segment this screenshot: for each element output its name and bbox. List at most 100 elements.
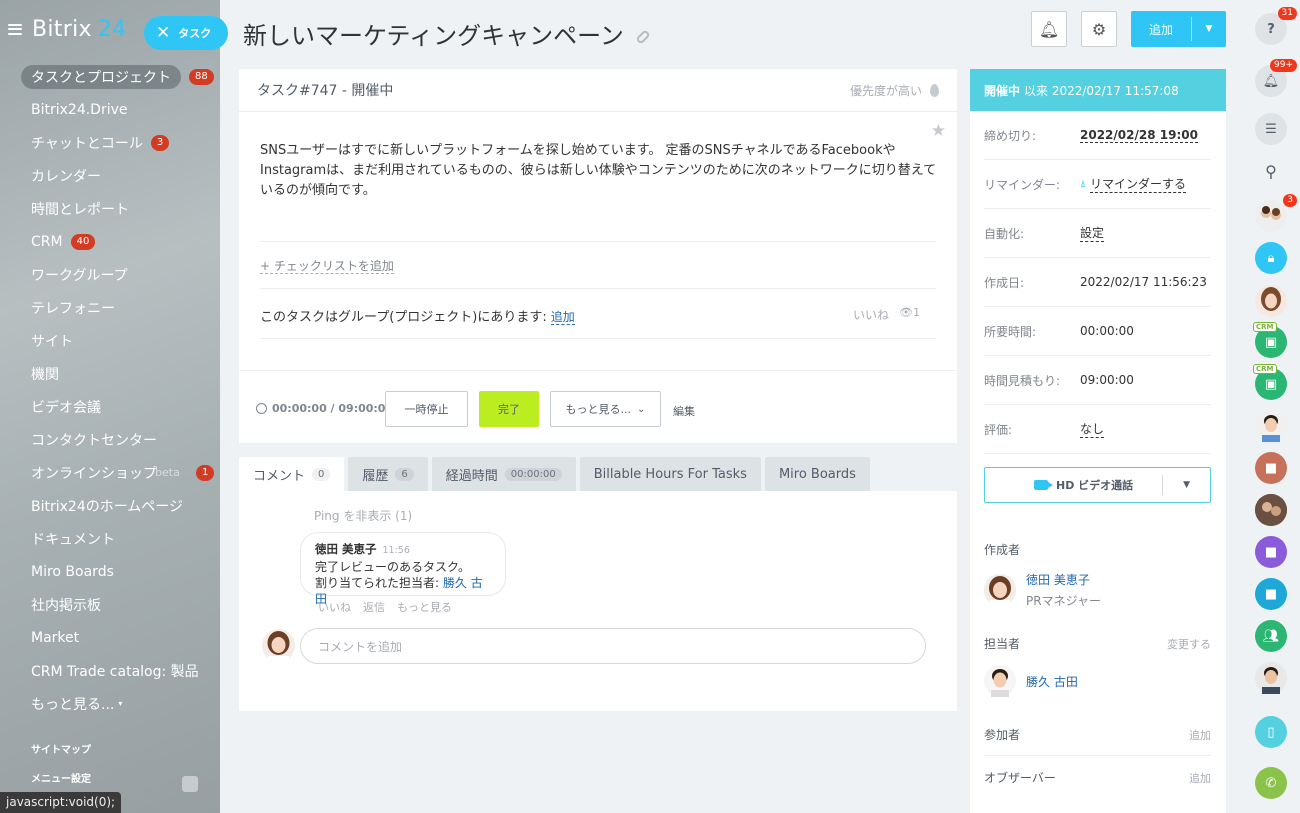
creator-name[interactable]: 徳田 美恵子	[1026, 571, 1101, 588]
nav-item-miro[interactable]: Miro Boards	[0, 555, 220, 588]
nav-item-crm[interactable]: CRM 40	[0, 225, 220, 258]
help-button[interactable]: ? 31	[1255, 7, 1297, 45]
task-heading: タスク#747 - 開催中	[257, 83, 394, 99]
search-button[interactable]: ⚲	[1255, 155, 1287, 187]
nav-item-tasks[interactable]: タスクとプロジェクト 88	[0, 60, 220, 93]
lock-chat-button[interactable]: 🔒︎	[1255, 242, 1287, 274]
comment-line: 完了レビューのあるタスク。	[315, 560, 471, 574]
add-observer-link[interactable]: 追加	[1189, 770, 1211, 786]
nav-item-contact-center[interactable]: コンタクトセンター	[0, 423, 220, 456]
video-camera-icon: ■	[1264, 544, 1278, 560]
automation-value[interactable]: 設定	[1080, 224, 1105, 242]
crm-chat-2[interactable]: ▣ CRM	[1253, 364, 1287, 400]
tab-billable-hours[interactable]: Billable Hours For Tasks	[579, 457, 761, 491]
user-avatar-1[interactable]	[1255, 285, 1287, 317]
beta-label: beta	[155, 466, 180, 479]
comment-more-link[interactable]: もっと見る	[397, 599, 452, 615]
crm-contact-icon: ▣	[1264, 376, 1278, 392]
crm-contact-icon: ▣	[1264, 334, 1278, 350]
flame-icon[interactable]	[930, 83, 939, 97]
priority-label[interactable]: 優先度が高い	[850, 82, 922, 99]
open-lines-button[interactable]: ▯	[1255, 716, 1287, 748]
main-content: 新しいマーケティングキャンペーン 🔔︎ ⚙ 追加 ▼ タスク#747 - 開催中…	[220, 0, 1228, 813]
timer: 00:00:00 / 09:00:00	[256, 402, 393, 415]
nav-item-more[interactable]: もっと見る... ▾	[0, 687, 220, 720]
chevron-down-icon[interactable]: ▼	[1192, 24, 1226, 34]
nav-item-trade-catalog[interactable]: CRM Trade catalog: 製品	[0, 654, 220, 687]
nav-item-video-conf[interactable]: ビデオ会議	[0, 390, 220, 423]
nav-item-homepage[interactable]: Bitrix24のホームページ	[0, 489, 220, 522]
menu-burger-icon[interactable]	[8, 23, 22, 35]
add-checklist-link[interactable]: + チェックリストを追加	[260, 257, 394, 274]
more-button[interactable]: もっと見る... ⌄	[550, 391, 661, 427]
change-assignee-link[interactable]: 変更する	[1167, 636, 1211, 652]
group-button[interactable]: 👥︎	[1255, 620, 1287, 652]
nav-item-chat[interactable]: チャットとコール 3	[0, 126, 220, 159]
nav-item-time-reports[interactable]: 時間とレポート	[0, 192, 220, 225]
call-button[interactable]: ✆	[1255, 767, 1287, 799]
video-chat-3[interactable]: ■	[1255, 578, 1287, 610]
tab-comments[interactable]: コメント 0	[239, 457, 345, 491]
chevron-down-icon[interactable]: ▼	[1163, 480, 1210, 490]
like-link[interactable]: いいね	[853, 306, 889, 323]
notifications-button[interactable]: 🔔︎ 99+	[1255, 59, 1297, 97]
user-avatar-4[interactable]	[1255, 662, 1287, 694]
deadline-value[interactable]: 2022/02/28 19:00	[1080, 128, 1198, 143]
crm-chat-1[interactable]: ▣ CRM	[1253, 322, 1287, 358]
bell-button[interactable]: 🔔︎	[1031, 11, 1067, 47]
add-participant-link[interactable]: 追加	[1189, 727, 1211, 743]
tab-miro-boards[interactable]: Miro Boards	[764, 457, 870, 491]
close-task-pill[interactable]: ✕ タスク	[144, 16, 228, 50]
comment-author[interactable]: 徳田 美恵子	[315, 542, 377, 556]
menu-settings-link[interactable]: メニュー設定	[31, 770, 91, 785]
avatar	[1255, 494, 1287, 526]
hide-ping-link[interactable]: Ping を非表示 (1)	[314, 507, 412, 524]
group-add-link[interactable]: 追加	[550, 310, 575, 325]
reminder-icon: ⍋	[1080, 178, 1086, 190]
info-row-reminder: リマインダー: ⍋ リマインダーする	[984, 160, 1211, 209]
messenger-button[interactable]: ☰	[1255, 113, 1287, 145]
print-icon[interactable]	[182, 776, 198, 792]
nav-item-bulletin[interactable]: 社内掲示板	[0, 588, 220, 621]
hd-video-call-button[interactable]: HD ビデオ通話 ▼	[984, 467, 1211, 503]
add-button[interactable]: 追加 ▼	[1131, 11, 1226, 47]
settings-button[interactable]: ⚙	[1081, 11, 1117, 47]
complete-button[interactable]: 完了	[479, 391, 539, 427]
comments-panel: Ping を非表示 (1) 徳田 美恵子 11:56 完了レビューのあるタスク。 …	[239, 491, 957, 711]
nav-item-online-shop[interactable]: オンラインショップ beta 1	[0, 456, 220, 489]
edit-link[interactable]: 編集	[673, 403, 695, 419]
nav-item-sites[interactable]: サイト	[0, 324, 220, 357]
nav-item-market[interactable]: Market	[0, 621, 220, 654]
comment-like-link[interactable]: いいね	[318, 599, 351, 615]
comment-input[interactable]: コメントを追加	[300, 628, 926, 664]
tab-history[interactable]: 履歴 6	[348, 457, 428, 491]
sitemap-link[interactable]: サイトマップ	[31, 741, 91, 756]
user-avatar-3[interactable]	[1255, 494, 1287, 526]
assignee-name[interactable]: 勝久 古田	[1026, 673, 1078, 690]
link-icon[interactable]	[635, 28, 651, 45]
group-chat-avatar[interactable]: 3	[1255, 194, 1297, 232]
nav-item-workgroups[interactable]: ワークグループ	[0, 258, 220, 291]
video-camera-icon: ■	[1264, 586, 1278, 602]
chevron-down-icon: ⌄	[637, 403, 646, 415]
task-info-panel: 開催中 以来 2022/02/17 11:57:08 締め切り: 2022/02/2…	[970, 69, 1226, 813]
reminder-value[interactable]: リマインダーする	[1090, 175, 1187, 193]
rating-value[interactable]: なし	[1080, 420, 1105, 438]
user-avatar-2[interactable]	[1255, 410, 1287, 442]
nav-item-telephony[interactable]: テレフォニー	[0, 291, 220, 324]
close-icon: ✕	[156, 23, 171, 43]
nav-item-company[interactable]: 機関	[0, 357, 220, 390]
nav-item-drive[interactable]: Bitrix24.Drive	[0, 93, 220, 126]
pause-button[interactable]: 一時停止	[385, 391, 468, 427]
video-chat-2[interactable]: ■	[1255, 536, 1287, 568]
nav-item-documents[interactable]: ドキュメント	[0, 522, 220, 555]
creator-person[interactable]: 徳田 美恵子 PRマネジャー	[984, 571, 1101, 609]
star-icon[interactable]: ★	[931, 121, 946, 141]
comment-reply-link[interactable]: 返信	[363, 599, 385, 615]
tab-elapsed-time[interactable]: 経過時間 00:00:00	[431, 457, 576, 491]
assignee-person[interactable]: 勝久 古田	[984, 665, 1078, 697]
logo[interactable]: Bitrix 24	[32, 17, 126, 42]
nav-item-calendar[interactable]: カレンダー	[0, 159, 220, 192]
video-chat-1[interactable]: ■	[1255, 452, 1287, 484]
video-camera-icon	[1034, 480, 1053, 490]
